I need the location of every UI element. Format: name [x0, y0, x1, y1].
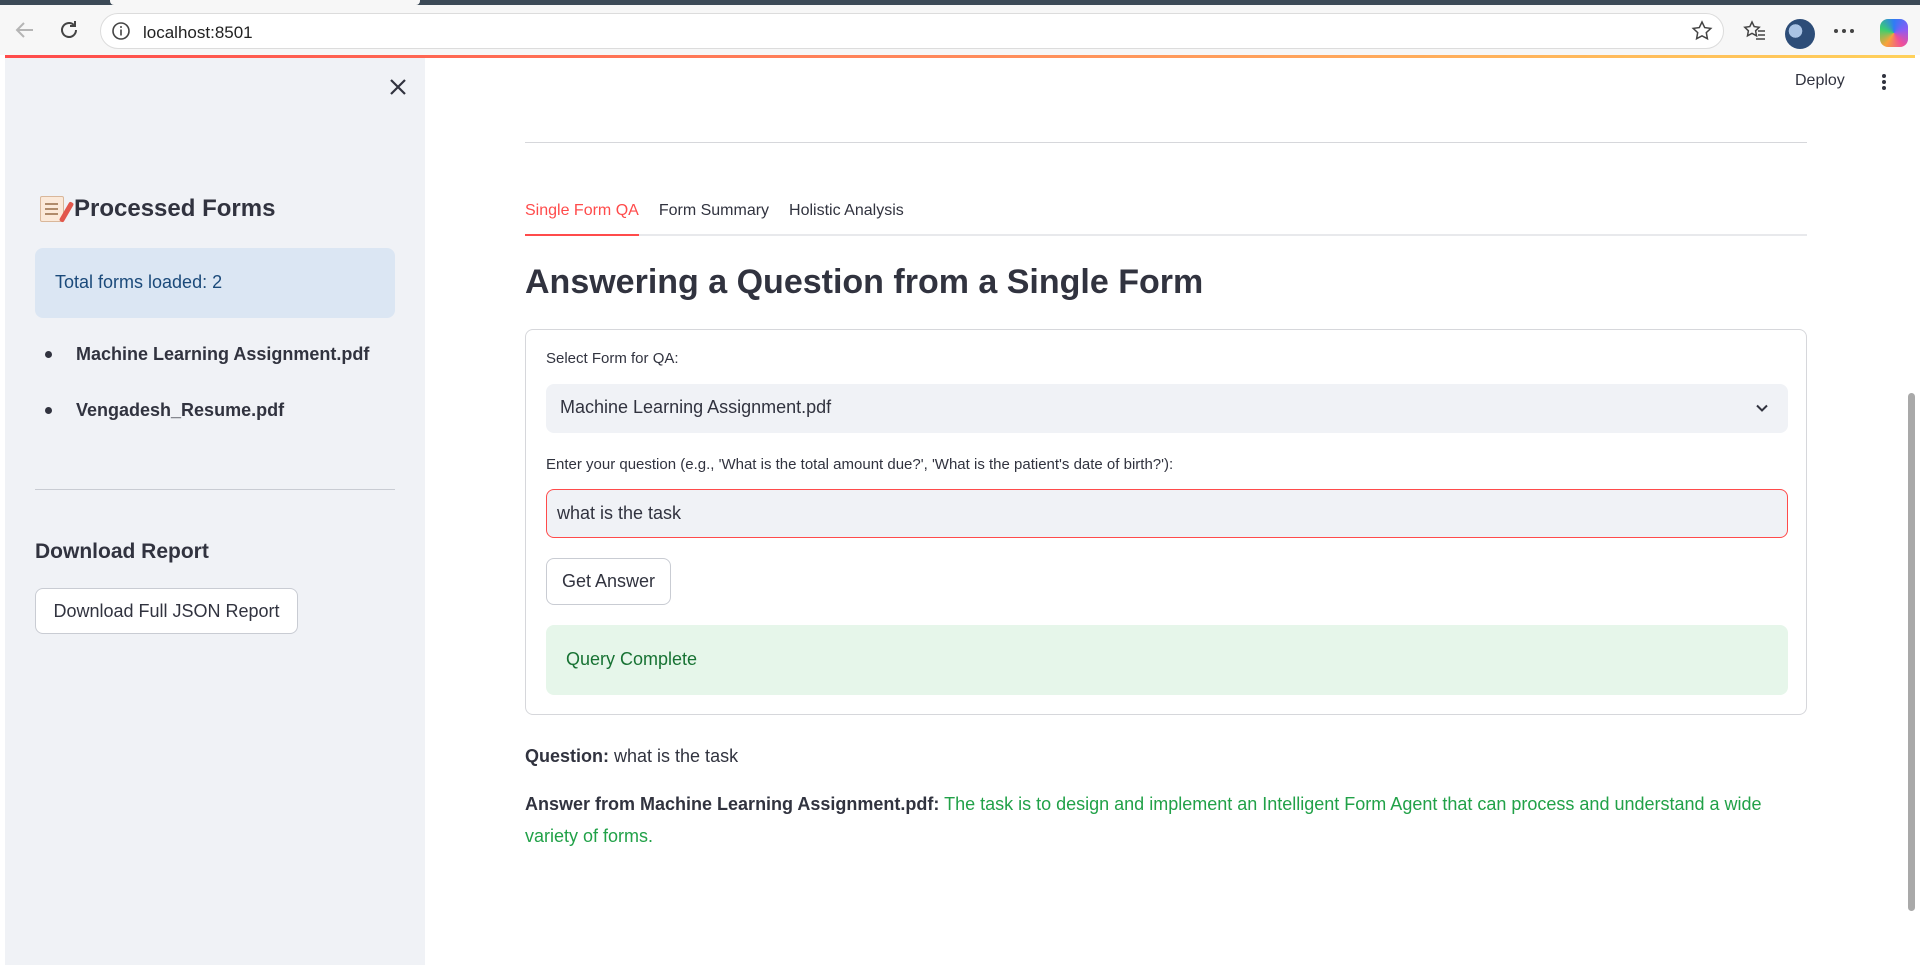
profile-avatar[interactable]: [1785, 19, 1815, 49]
url-text[interactable]: localhost:8501: [143, 23, 253, 43]
select-form-label: Select Form for QA:: [546, 350, 679, 367]
page-title: Answering a Question from a Single Form: [525, 263, 1204, 301]
form-select[interactable]: Machine Learning Assignment.pdf: [546, 384, 1788, 433]
deploy-button[interactable]: Deploy: [1795, 72, 1845, 90]
favorites-icon[interactable]: [1741, 17, 1769, 45]
more-icon[interactable]: [1830, 17, 1858, 45]
back-arrow-icon[interactable]: [10, 15, 40, 45]
question-echo-label: Question:: [525, 746, 609, 766]
reload-icon[interactable]: [54, 15, 84, 45]
tab-holistic-analysis[interactable]: Holistic Analysis: [789, 198, 904, 236]
download-report-button[interactable]: Download Full JSON Report: [35, 588, 298, 634]
processed-file-list: Machine Learning Assignment.pdf Vengades…: [40, 338, 369, 450]
divider: [525, 142, 1807, 143]
chevron-down-icon: [1754, 400, 1770, 421]
sidebar-title: Processed Forms: [40, 195, 275, 223]
info-icon[interactable]: [111, 21, 131, 46]
question-echo: Question: what is the task: [525, 746, 738, 767]
query-status-alert: Query Complete: [546, 625, 1788, 695]
address-bar[interactable]: localhost:8501: [100, 13, 1724, 49]
forms-count-info: Total forms loaded: 2: [35, 248, 395, 318]
tab-bar: Single Form QA Form Summary Holistic Ana…: [525, 198, 1807, 236]
star-icon[interactable]: [1691, 20, 1713, 47]
answer-label: Answer from Machine Learning Assignment.…: [525, 794, 940, 814]
divider: [35, 489, 395, 490]
question-input[interactable]: what is the task: [546, 489, 1788, 538]
question-label: Enter your question (e.g., 'What is the …: [546, 456, 1174, 473]
kebab-menu-icon[interactable]: [1879, 72, 1889, 92]
selected-form-value: Machine Learning Assignment.pdf: [560, 397, 832, 417]
question-echo-text: what is the task: [614, 746, 739, 766]
list-item: Machine Learning Assignment.pdf: [40, 338, 369, 394]
tab-form-summary[interactable]: Form Summary: [659, 198, 769, 236]
list-item: Vengadesh_Resume.pdf: [40, 394, 369, 450]
scrollbar[interactable]: [1908, 393, 1915, 911]
close-icon[interactable]: [383, 72, 413, 102]
sidebar-title-text: Processed Forms: [74, 195, 276, 222]
browser-toolbar: localhost:8501: [0, 5, 1920, 55]
get-answer-button[interactable]: Get Answer: [546, 558, 671, 605]
tab-single-form-qa[interactable]: Single Form QA: [525, 198, 639, 236]
memo-icon: [40, 196, 64, 222]
download-heading: Download Report: [35, 540, 209, 563]
copilot-icon[interactable]: [1880, 19, 1908, 47]
main-content: Deploy Single Form QA Form Summary Holis…: [425, 58, 1920, 965]
answer-block: Answer from Machine Learning Assignment.…: [525, 788, 1807, 852]
qa-form: Select Form for QA: Machine Learning Ass…: [525, 329, 1807, 715]
sidebar: Processed Forms Total forms loaded: 2 Ma…: [5, 58, 425, 965]
